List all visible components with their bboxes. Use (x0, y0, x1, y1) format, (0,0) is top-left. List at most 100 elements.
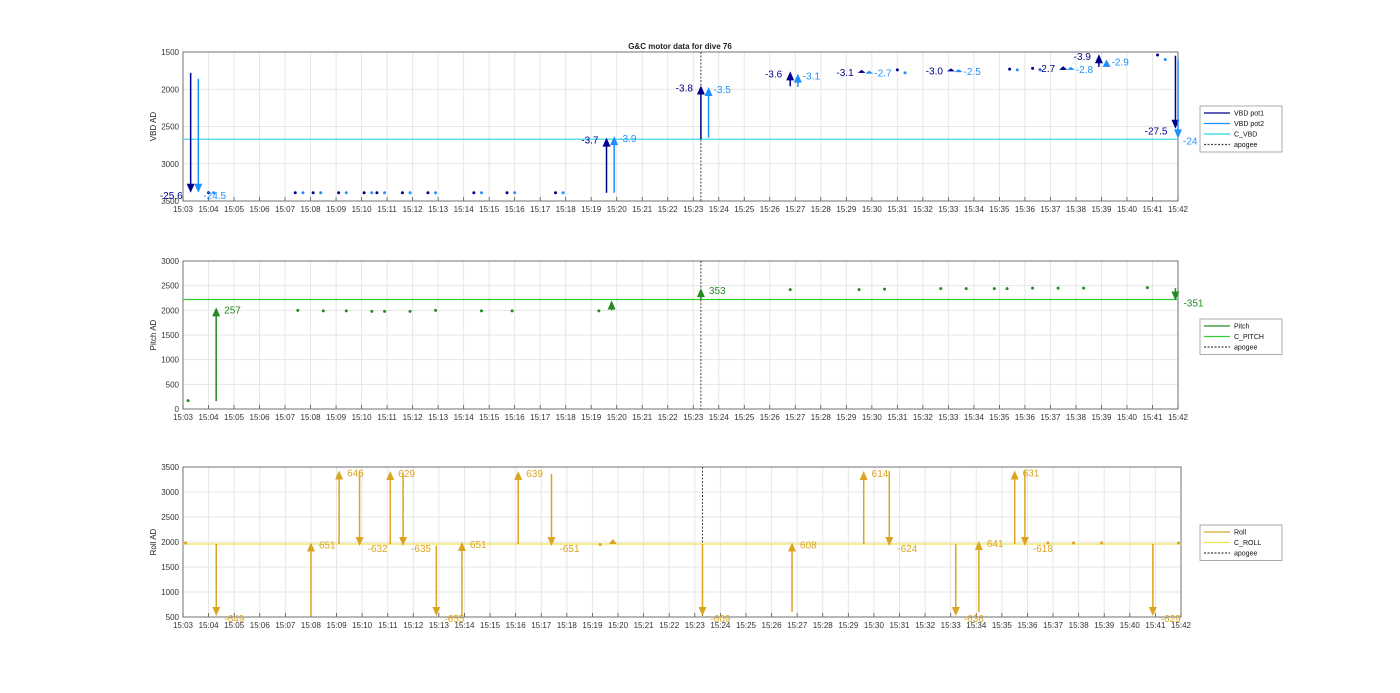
x-tick-label: 15:12 (403, 205, 424, 214)
data-point (1145, 286, 1149, 290)
arrow-label: -2.9 (1112, 57, 1130, 68)
x-tick-label: 15:11 (377, 205, 397, 214)
data-point (1156, 53, 1160, 57)
x-tick-label: 15:18 (556, 413, 577, 422)
x-tick-label: 15:32 (913, 205, 934, 214)
data-point (434, 308, 438, 312)
x-tick-label: 15:09 (326, 205, 347, 214)
data-point (1176, 541, 1180, 545)
x-tick-label: 15:28 (811, 205, 832, 214)
arrow-label: -24.5 (203, 191, 226, 202)
x-tick-label: 15:24 (709, 413, 730, 422)
y-tick-label: 3000 (161, 160, 179, 169)
y-tick-label: 500 (166, 380, 180, 389)
y-tick-label: 1000 (161, 356, 179, 365)
arrow-label: -2.5 (964, 67, 982, 78)
arrow-label: 257 (224, 305, 241, 316)
x-tick-label: 15:36 (1015, 205, 1036, 214)
x-tick-label: 15:32 (913, 413, 934, 422)
y-tick-label: 2000 (161, 85, 179, 94)
data-point (598, 543, 602, 546)
data-point (788, 288, 792, 292)
arrow-label: -3.1 (803, 72, 821, 83)
data-point (344, 191, 348, 195)
x-tick-label: 15:42 (1168, 413, 1189, 422)
arrow-label: -25.6 (160, 191, 183, 202)
x-tick-label: 15:19 (581, 413, 602, 422)
data-point (561, 191, 565, 195)
x-tick-label: 15:21 (632, 205, 653, 214)
x-tick-label: 15:27 (785, 205, 806, 214)
x-tick-label: 15:16 (505, 413, 526, 422)
pitch-panel: 15:03 15:04 15:05 15:06 15:07 15:08 15:09 15:10… (149, 257, 1283, 422)
x-tick-label: 15:22 (659, 621, 680, 630)
data-point (857, 288, 861, 292)
x-tick-label: 15:40 (1117, 205, 1138, 214)
x-tick-label: 15:29 (836, 413, 857, 422)
y-tick-label: 1500 (161, 48, 179, 57)
x-tick-label: 15:10 (352, 205, 373, 214)
data-point (362, 191, 366, 195)
x-tick-label: 15:23 (685, 621, 706, 630)
x-tick-label: 15:17 (530, 205, 551, 214)
x-tick-label: 15:04 (199, 621, 220, 630)
arrow-label: -2.7 (1038, 64, 1056, 75)
arrow-label: -651 (559, 544, 579, 555)
arrow-label: -624 (897, 544, 917, 555)
y-tick-label: 2000 (161, 538, 179, 547)
y-tick-label: 3000 (161, 488, 179, 497)
x-tick-label: 15:38 (1066, 413, 1087, 422)
x-tick-label: 15:25 (736, 621, 757, 630)
x-tick-label: 15:28 (811, 413, 832, 422)
data-point (597, 309, 601, 313)
data-point (434, 191, 438, 195)
x-tick-label: 15:31 (887, 205, 908, 214)
x-tick-label: 15:22 (658, 413, 679, 422)
x-tick-label: 15:21 (634, 621, 655, 630)
x-tick-label: 15:41 (1142, 413, 1163, 422)
y-tick-label: 3500 (161, 463, 179, 472)
y-axis-label: Pitch AD (149, 319, 158, 350)
x-tick-label: 15:17 (530, 413, 551, 422)
data-point (1056, 286, 1060, 290)
x-tick-label: 15:14 (454, 205, 475, 214)
x-tick-label: 15:12 (403, 413, 424, 422)
x-tick-label: 15:37 (1040, 205, 1061, 214)
x-tick-label: 15:09 (326, 413, 347, 422)
x-tick-label: 15:33 (941, 621, 962, 630)
x-tick-label: 15:10 (352, 621, 373, 630)
x-tick-label: 15:24 (709, 205, 730, 214)
figure: G&C motor data for dive 76 15:03 15:04 15:… (149, 42, 1283, 630)
y-tick-label: 2000 (161, 306, 179, 315)
data-point (1008, 67, 1012, 71)
x-tick-label: 15:06 (250, 413, 271, 422)
x-tick-label: 15:27 (785, 413, 806, 422)
x-tick-label: 15:09 (327, 621, 348, 630)
x-tick-label: 15:20 (608, 621, 629, 630)
arrow-label: -632 (368, 544, 388, 555)
arrow-label: 629 (398, 469, 415, 480)
y-axis-label: VBD AD (149, 112, 158, 142)
data-point (408, 309, 412, 313)
legend-entry: apogee (1234, 551, 1257, 558)
arrow-label: 651 (319, 541, 336, 552)
data-point (383, 309, 387, 313)
arrow-label: 646 (347, 469, 364, 480)
legend-entry: apogee (1234, 142, 1257, 149)
y-tick-label: 2500 (161, 282, 179, 291)
arrow-label: -618 (1033, 544, 1053, 555)
data-point (311, 191, 315, 195)
x-tick-label: 15:36 (1017, 621, 1038, 630)
x-tick-label: 15:33 (938, 413, 959, 422)
data-point (939, 287, 943, 291)
y-axis-label: Roll AD (149, 528, 158, 555)
data-point (1031, 286, 1035, 290)
data-point (553, 191, 557, 195)
legend-entry: VBD pot2 (1234, 121, 1264, 128)
data-point (513, 191, 517, 195)
x-tick-label: 15:13 (428, 413, 449, 422)
x-tick-label: 15:14 (454, 413, 475, 422)
x-tick-label: 15:15 (479, 205, 500, 214)
data-point (184, 541, 188, 545)
arrow-label: -636 (964, 614, 984, 625)
